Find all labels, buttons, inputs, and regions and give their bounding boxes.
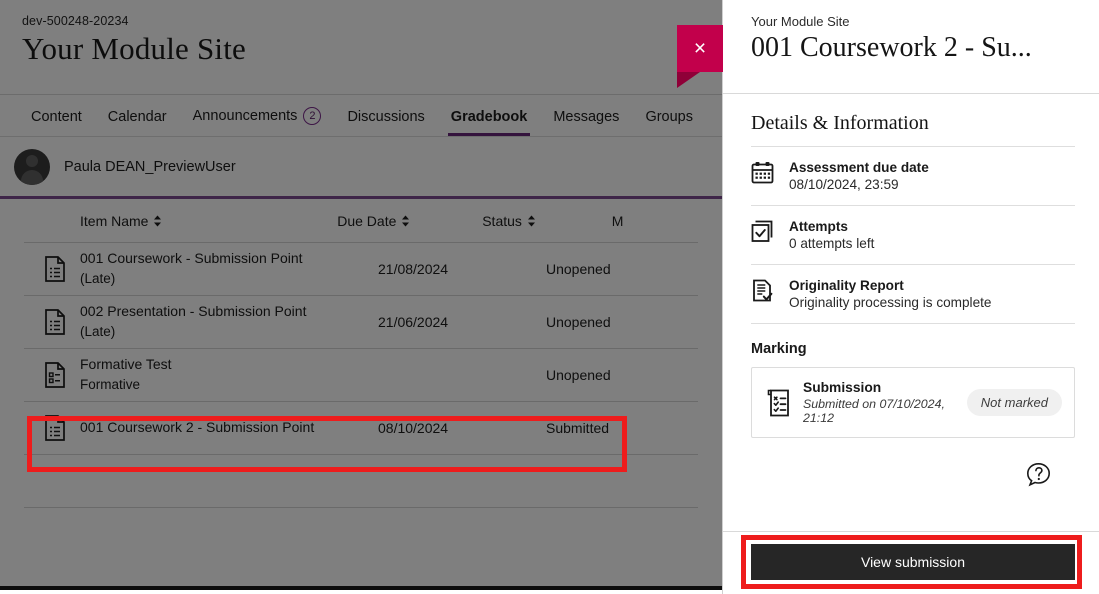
announcements-count-badge: 2 bbox=[303, 107, 322, 125]
detail-label: Originality Report bbox=[789, 278, 904, 293]
panel-footer: View submission bbox=[723, 531, 1099, 594]
item-name: 001 Coursework 2 - Submission Point bbox=[80, 419, 315, 436]
table-row-empty bbox=[24, 455, 698, 508]
item-sub-label: (Late) bbox=[80, 324, 116, 340]
submission-card-title: Submission bbox=[803, 380, 882, 395]
table-cell-item-name: 001 Coursework - Submission Point (Late) bbox=[80, 249, 378, 288]
user-row: Paula DEAN_PreviewUser bbox=[0, 137, 722, 196]
tab-gradebook[interactable]: Gradebook bbox=[438, 109, 541, 136]
close-icon[interactable]: × bbox=[677, 25, 723, 88]
tab-messages-label: Messages bbox=[553, 109, 620, 125]
tab-groups-label: Groups bbox=[645, 109, 693, 125]
table-row-selected[interactable]: 001 Coursework 2 - Submission Point 08/1… bbox=[24, 402, 698, 455]
tab-calendar-label: Calendar bbox=[107, 109, 167, 125]
item-name: 001 Coursework - Submission Point bbox=[80, 250, 303, 267]
sort-icon[interactable] bbox=[401, 215, 410, 227]
detail-originality-report: Originality Report Originality processin… bbox=[751, 264, 1075, 324]
originality-report-icon bbox=[751, 278, 775, 302]
view-submission-button[interactable]: View submission bbox=[751, 544, 1075, 580]
assignment-document-icon bbox=[38, 309, 80, 335]
table-cell-status: Unopened bbox=[546, 314, 611, 330]
detail-label: Assessment due date bbox=[789, 160, 929, 175]
panel-breadcrumb: Your Module Site bbox=[751, 14, 850, 29]
avatar bbox=[14, 148, 50, 185]
tab-discussions-label: Discussions bbox=[347, 109, 425, 125]
tab-content[interactable]: Content bbox=[18, 109, 95, 136]
submission-card[interactable]: Submission Submitted on 07/10/2024, 21:1… bbox=[751, 367, 1075, 438]
column-header-mark-label: M bbox=[611, 212, 624, 229]
submission-card-text: Submission Submitted on 07/10/2024, 21:1… bbox=[803, 380, 954, 425]
table-cell-status: Unopened bbox=[546, 261, 611, 277]
tab-announcements[interactable]: Announcements 2 bbox=[180, 107, 335, 136]
item-sub-label: Formative bbox=[80, 377, 141, 393]
column-header-due-date-label: Due Date bbox=[337, 212, 397, 229]
table-cell-status: Submitted bbox=[546, 420, 610, 436]
tab-discussions[interactable]: Discussions bbox=[334, 109, 437, 136]
help-question-bubble-icon[interactable] bbox=[1026, 462, 1051, 492]
submission-card-subtitle: Submitted on 07/10/2024, 21:12 bbox=[803, 397, 945, 425]
marking-heading: Marking bbox=[751, 341, 807, 357]
table-row[interactable]: Formative Test Formative Unopened bbox=[24, 349, 698, 402]
table-cell-due-date: 21/08/2024 bbox=[378, 261, 449, 277]
test-document-icon bbox=[38, 362, 80, 388]
page-header: dev-500248-20234 Your Module Site bbox=[0, 0, 722, 95]
assignment-document-icon bbox=[38, 415, 80, 441]
close-icon-glyph: × bbox=[693, 37, 707, 60]
table-row[interactable]: 002 Presentation - Submission Point (Lat… bbox=[24, 296, 698, 349]
column-header-item-name[interactable]: Item Name bbox=[80, 213, 337, 229]
item-name: Formative Test bbox=[80, 356, 172, 373]
table-cell-item-name: 002 Presentation - Submission Point (Lat… bbox=[80, 302, 378, 341]
table-cell-due-date: 21/06/2024 bbox=[378, 314, 449, 330]
table-cell-item-name: 001 Coursework 2 - Submission Point bbox=[80, 418, 378, 438]
tab-content-label: Content bbox=[31, 109, 82, 125]
app-root: dev-500248-20234 Your Module Site Conten… bbox=[0, 0, 1099, 594]
column-header-mark[interactable]: M bbox=[612, 213, 698, 229]
tab-calendar[interactable]: Calendar bbox=[95, 109, 180, 136]
table-header-row: Item Name Due Date Status M bbox=[24, 199, 698, 243]
column-header-status[interactable]: Status bbox=[482, 213, 611, 229]
status-badge: Not marked bbox=[966, 389, 1062, 416]
assignment-document-icon bbox=[38, 256, 80, 282]
detail-value: 0 attempts left bbox=[789, 236, 875, 251]
bottom-strip bbox=[0, 586, 722, 590]
calendar-icon bbox=[751, 160, 775, 184]
column-header-due-date[interactable]: Due Date bbox=[337, 213, 482, 229]
tab-messages[interactable]: Messages bbox=[540, 109, 632, 136]
page-title: Your Module Site bbox=[22, 31, 246, 66]
details-panel: × Your Module Site 001 Coursework 2 - Su… bbox=[677, 0, 1099, 594]
details-heading: Details & Information bbox=[751, 112, 929, 134]
sort-icon[interactable] bbox=[527, 215, 536, 227]
detail-value: 08/10/2024, 23:59 bbox=[789, 177, 899, 192]
item-name: 002 Presentation - Submission Point bbox=[80, 303, 307, 320]
column-header-item-name-label: Item Name bbox=[80, 212, 149, 229]
background-page: dev-500248-20234 Your Module Site Conten… bbox=[0, 0, 722, 590]
table-cell-status: Unopened bbox=[546, 367, 611, 383]
attempts-checkbox-icon bbox=[751, 219, 775, 243]
help-row bbox=[751, 438, 1075, 492]
table-row[interactable]: 001 Coursework - Submission Point (Late)… bbox=[24, 243, 698, 296]
main-nav: Content Calendar Announcements 2 Discuss… bbox=[0, 95, 722, 137]
gradebook-table: Item Name Due Date Status M 001 Coursewo… bbox=[0, 199, 722, 508]
tab-announcements-label: Announcements bbox=[192, 108, 298, 124]
panel-header: Your Module Site 001 Coursework 2 - Su..… bbox=[723, 0, 1099, 94]
table-cell-due-date: 08/10/2024 bbox=[378, 420, 449, 436]
site-id: dev-500248-20234 bbox=[22, 14, 129, 28]
table-cell-item-name: Formative Test Formative bbox=[80, 355, 378, 394]
panel-title: 001 Coursework 2 - Su... bbox=[751, 32, 1032, 63]
tab-gradebook-label: Gradebook bbox=[450, 109, 528, 125]
detail-value: Originality processing is complete bbox=[789, 295, 992, 310]
item-sub-label: (Late) bbox=[80, 271, 116, 287]
sort-icon[interactable] bbox=[153, 215, 162, 227]
column-header-status-label: Status bbox=[482, 212, 522, 229]
user-name: Paula DEAN_PreviewUser bbox=[64, 158, 236, 175]
tab-groups[interactable]: Groups bbox=[632, 109, 706, 136]
panel-body: Details & Information Assessment due dat… bbox=[723, 94, 1099, 531]
submission-checklist-icon bbox=[766, 387, 790, 418]
detail-label: Attempts bbox=[789, 219, 848, 234]
detail-assessment-due-date: Assessment due date 08/10/2024, 23:59 bbox=[751, 146, 1075, 205]
detail-attempts: Attempts 0 attempts left bbox=[751, 205, 1075, 264]
